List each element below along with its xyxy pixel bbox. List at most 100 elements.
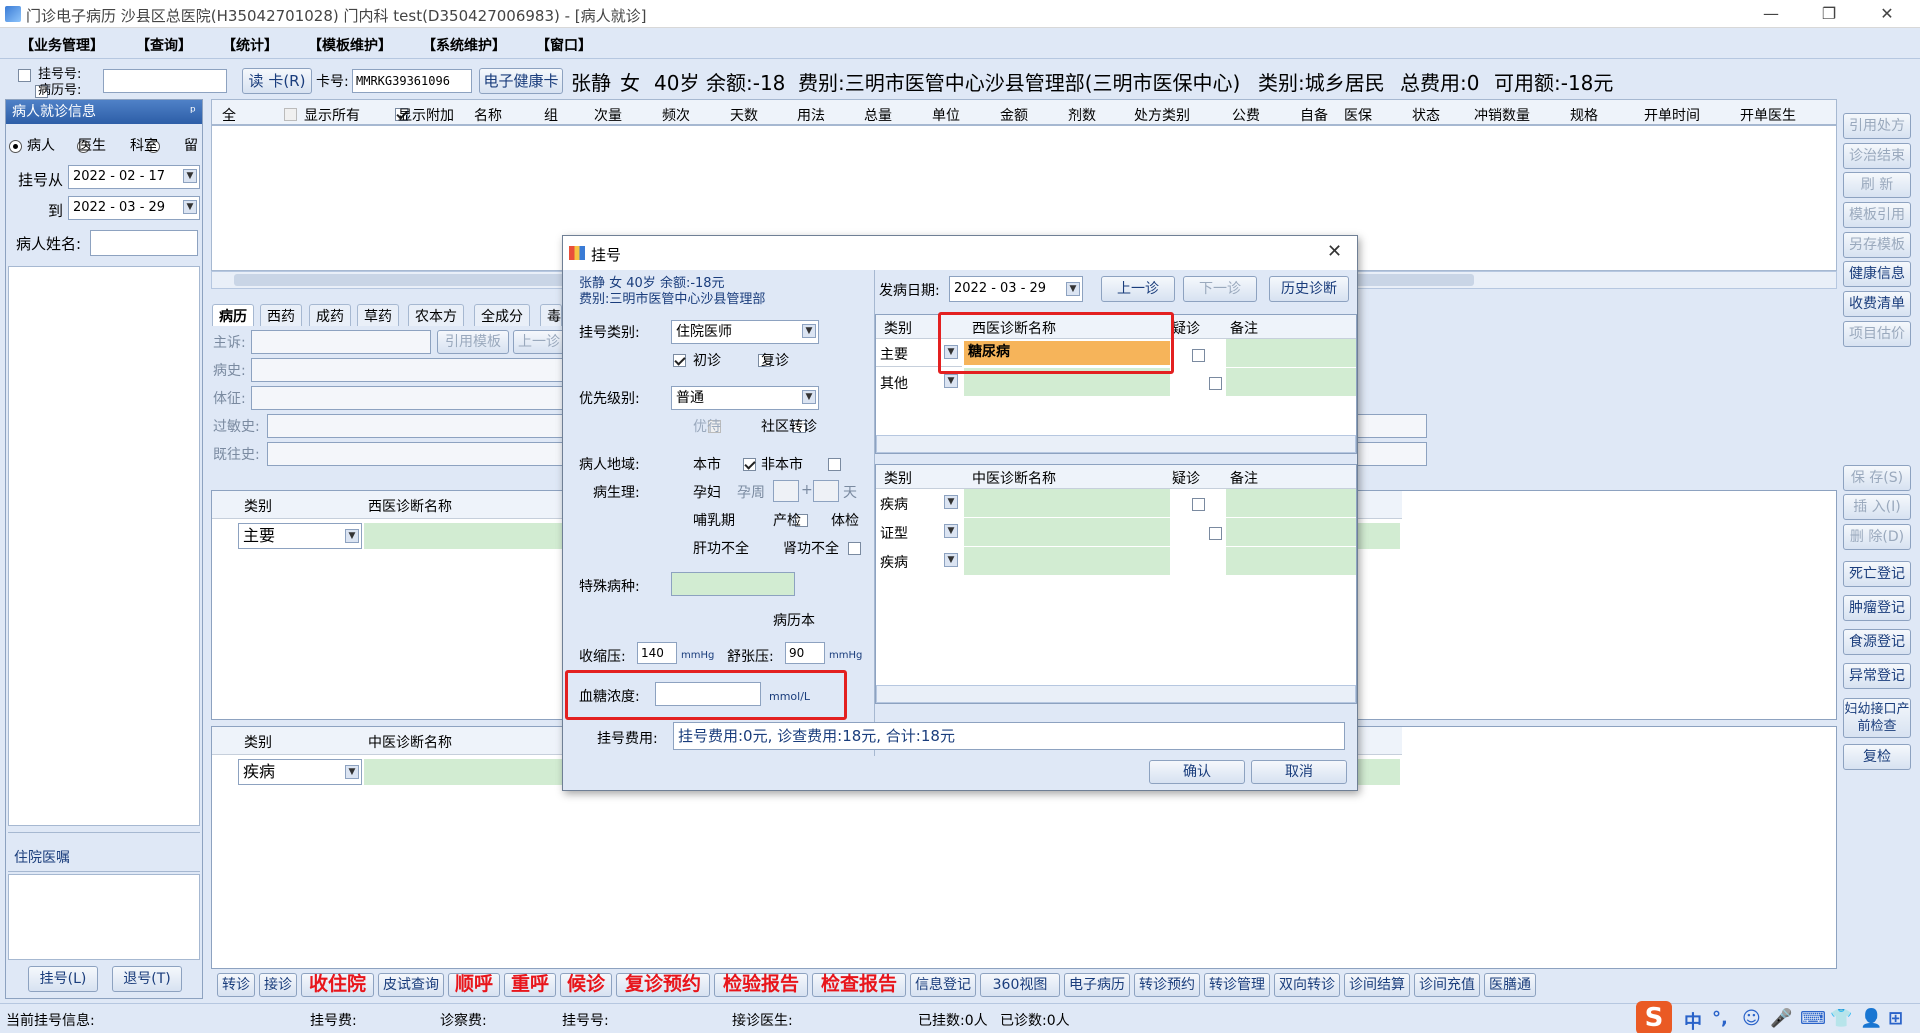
bottom-button-2[interactable]: 收住院 — [301, 973, 374, 997]
bottom-button-5[interactable]: 重呼 — [504, 973, 556, 997]
ime-user-icon[interactable]: 👤 — [1860, 1008, 1882, 1029]
col-public-fee[interactable]: 公费 — [1232, 105, 1260, 125]
refresh-button[interactable]: 刷 新 — [1843, 172, 1911, 198]
save-template-button[interactable]: 另存模板 — [1843, 232, 1911, 258]
dw-col-suspected[interactable]: 疑诊 — [1172, 318, 1200, 338]
col-frequency[interactable]: 频次 — [662, 105, 690, 125]
dt-col-remark[interactable]: 备注 — [1230, 468, 1258, 488]
chevron-down-icon[interactable]: ▼ — [183, 200, 197, 214]
pregnancy-days-input[interactable] — [813, 480, 839, 502]
bottom-button-16[interactable]: 诊间结算 — [1344, 973, 1410, 997]
diastolic-input[interactable]: 90 — [785, 642, 825, 664]
col-self[interactable]: 自备 — [1300, 105, 1328, 125]
bottom-button-18[interactable]: 医膳通 — [1484, 973, 1536, 997]
chevron-down-icon[interactable]: ▼ — [802, 324, 816, 338]
prev-diagnosis-button[interactable]: 上一诊 — [1101, 276, 1175, 302]
read-card-button[interactable]: 读 卡(R) — [242, 68, 312, 94]
tab-patent-drugs[interactable]: 成药 — [309, 304, 351, 326]
dt-row1-remark[interactable] — [1226, 489, 1356, 517]
systolic-input[interactable]: 140 — [637, 642, 677, 664]
onset-date-picker[interactable]: 2022 - 03 - 29 ▼ — [949, 276, 1083, 302]
chevron-down-icon[interactable]: ▼ — [944, 374, 958, 388]
chevron-down-icon[interactable]: ▼ — [944, 553, 958, 567]
history-input[interactable] — [251, 358, 565, 382]
ime-emoji-icon[interactable]: ☺ — [1742, 1008, 1761, 1029]
western-col-type[interactable]: 类别 — [244, 496, 272, 516]
health-info-button[interactable]: 健康信息 — [1843, 261, 1911, 287]
item-estimate-button[interactable]: 项目估价 — [1843, 321, 1911, 347]
nonlocal-checkbox[interactable] — [828, 457, 842, 471]
reg-type-select[interactable]: 住院医师 ▼ — [671, 320, 819, 344]
charge-list-button[interactable]: 收费清单 — [1843, 291, 1911, 317]
cancel-button[interactable]: 取消 — [1251, 760, 1347, 784]
menu-business[interactable]: 【业务管理】 — [20, 35, 104, 55]
dt-row2-suspected[interactable] — [1209, 526, 1223, 540]
template-apply-button[interactable]: 模板引用 — [1843, 202, 1911, 228]
tab-full-ingredients[interactable]: 全成分 — [474, 304, 530, 326]
dt-col-name[interactable]: 中医诊断名称 — [972, 468, 1056, 488]
prev-visit-button[interactable]: 上一诊 — [513, 330, 565, 354]
close-button[interactable]: ✕ — [1864, 2, 1910, 26]
menu-window[interactable]: 【窗口】 — [536, 35, 592, 55]
delete-button[interactable]: 删 除(D) — [1843, 524, 1911, 550]
death-register-button[interactable]: 死亡登记 — [1843, 561, 1911, 587]
dt-row1-name[interactable] — [964, 489, 1170, 517]
col-dose[interactable]: 次量 — [594, 105, 622, 125]
ime-logo-icon[interactable]: S — [1636, 1001, 1672, 1033]
abnormal-register-button[interactable]: 异常登记 — [1843, 663, 1911, 689]
bottom-button-13[interactable]: 转诊预约 — [1134, 973, 1200, 997]
tumor-register-button[interactable]: 肿瘤登记 — [1843, 595, 1911, 621]
chevron-down-icon[interactable]: ▼ — [802, 390, 816, 404]
chevron-down-icon[interactable]: ▼ — [944, 524, 958, 538]
minimize-button[interactable]: — — [1748, 2, 1794, 26]
bottom-button-7[interactable]: 复诊预约 — [616, 973, 710, 997]
first-visit-checkbox[interactable] — [673, 353, 686, 367]
western-type-select[interactable]: 主要 ▼ — [238, 523, 362, 549]
bottom-button-14[interactable]: 转诊管理 — [1204, 973, 1270, 997]
confirm-button[interactable]: 确认 — [1149, 760, 1245, 784]
local-checkbox[interactable] — [742, 457, 756, 471]
chevron-down-icon[interactable]: ▼ — [345, 529, 359, 543]
tcm-col-name[interactable]: 中医诊断名称 — [368, 732, 452, 752]
dialog-tcm-grid[interactable]: 类别 中医诊断名称 疑诊 备注 疾病 ▼ 证型 ▼ 疾病 ▼ — [875, 464, 1357, 704]
menu-system[interactable]: 【系统维护】 — [422, 35, 506, 55]
chief-complaint-input[interactable] — [251, 330, 431, 354]
dt-row3-remark[interactable] — [1226, 547, 1356, 575]
select-all-label[interactable]: 全 — [222, 105, 236, 125]
dt-row2-type[interactable]: 证型 ▼ — [876, 518, 962, 546]
unregister-button[interactable]: 退号(T) — [112, 966, 182, 992]
col-insurance[interactable]: 医保 — [1344, 105, 1372, 125]
radio-patient[interactable] — [9, 139, 22, 153]
col-order-doctor[interactable]: 开单医生 — [1740, 105, 1796, 125]
tab-herbs[interactable]: 草药 — [357, 304, 399, 326]
menu-query[interactable]: 【查询】 — [136, 35, 192, 55]
ime-chinese-icon[interactable]: 中 — [1684, 1008, 1702, 1033]
col-group[interactable]: 组 — [544, 105, 558, 125]
dt-col-type[interactable]: 类别 — [884, 468, 912, 488]
col-spec[interactable]: 规格 — [1570, 105, 1598, 125]
tab-farm-formula[interactable]: 农本方 — [408, 304, 464, 326]
pin-icon[interactable]: ᵖ — [190, 100, 196, 124]
ehealth-card-button[interactable]: 电子健康卡 — [479, 68, 563, 94]
priority-select[interactable]: 普通 ▼ — [671, 386, 819, 410]
dt-row2-name[interactable] — [964, 518, 1170, 546]
patient-name-input[interactable] — [90, 230, 198, 256]
dw-row1-suspected[interactable] — [1192, 348, 1205, 362]
signs-input[interactable] — [251, 386, 565, 410]
bottom-button-10[interactable]: 信息登记 — [910, 973, 976, 997]
dw-row2-remark[interactable] — [1226, 368, 1356, 396]
col-unit[interactable]: 单位 — [932, 105, 960, 125]
dt-col-suspected[interactable]: 疑诊 — [1172, 468, 1200, 488]
col-order-time[interactable]: 开单时间 — [1644, 105, 1700, 125]
history-diagnosis-button[interactable]: 历史诊断 — [1269, 276, 1349, 302]
chevron-down-icon[interactable]: ▼ — [345, 765, 359, 779]
pregnancy-weeks-input[interactable] — [773, 480, 799, 502]
col-name[interactable]: 名称 — [474, 105, 502, 125]
dt-row3-name[interactable] — [964, 547, 1170, 575]
glucose-input[interactable] — [655, 682, 761, 706]
col-rx-type[interactable]: 处方类别 — [1134, 105, 1190, 125]
dw-scrollbar[interactable] — [876, 435, 1356, 453]
menu-template[interactable]: 【模板维护】 — [308, 35, 392, 55]
chevron-down-icon[interactable]: ▼ — [944, 495, 958, 509]
bottom-button-15[interactable]: 双向转诊 — [1274, 973, 1340, 997]
